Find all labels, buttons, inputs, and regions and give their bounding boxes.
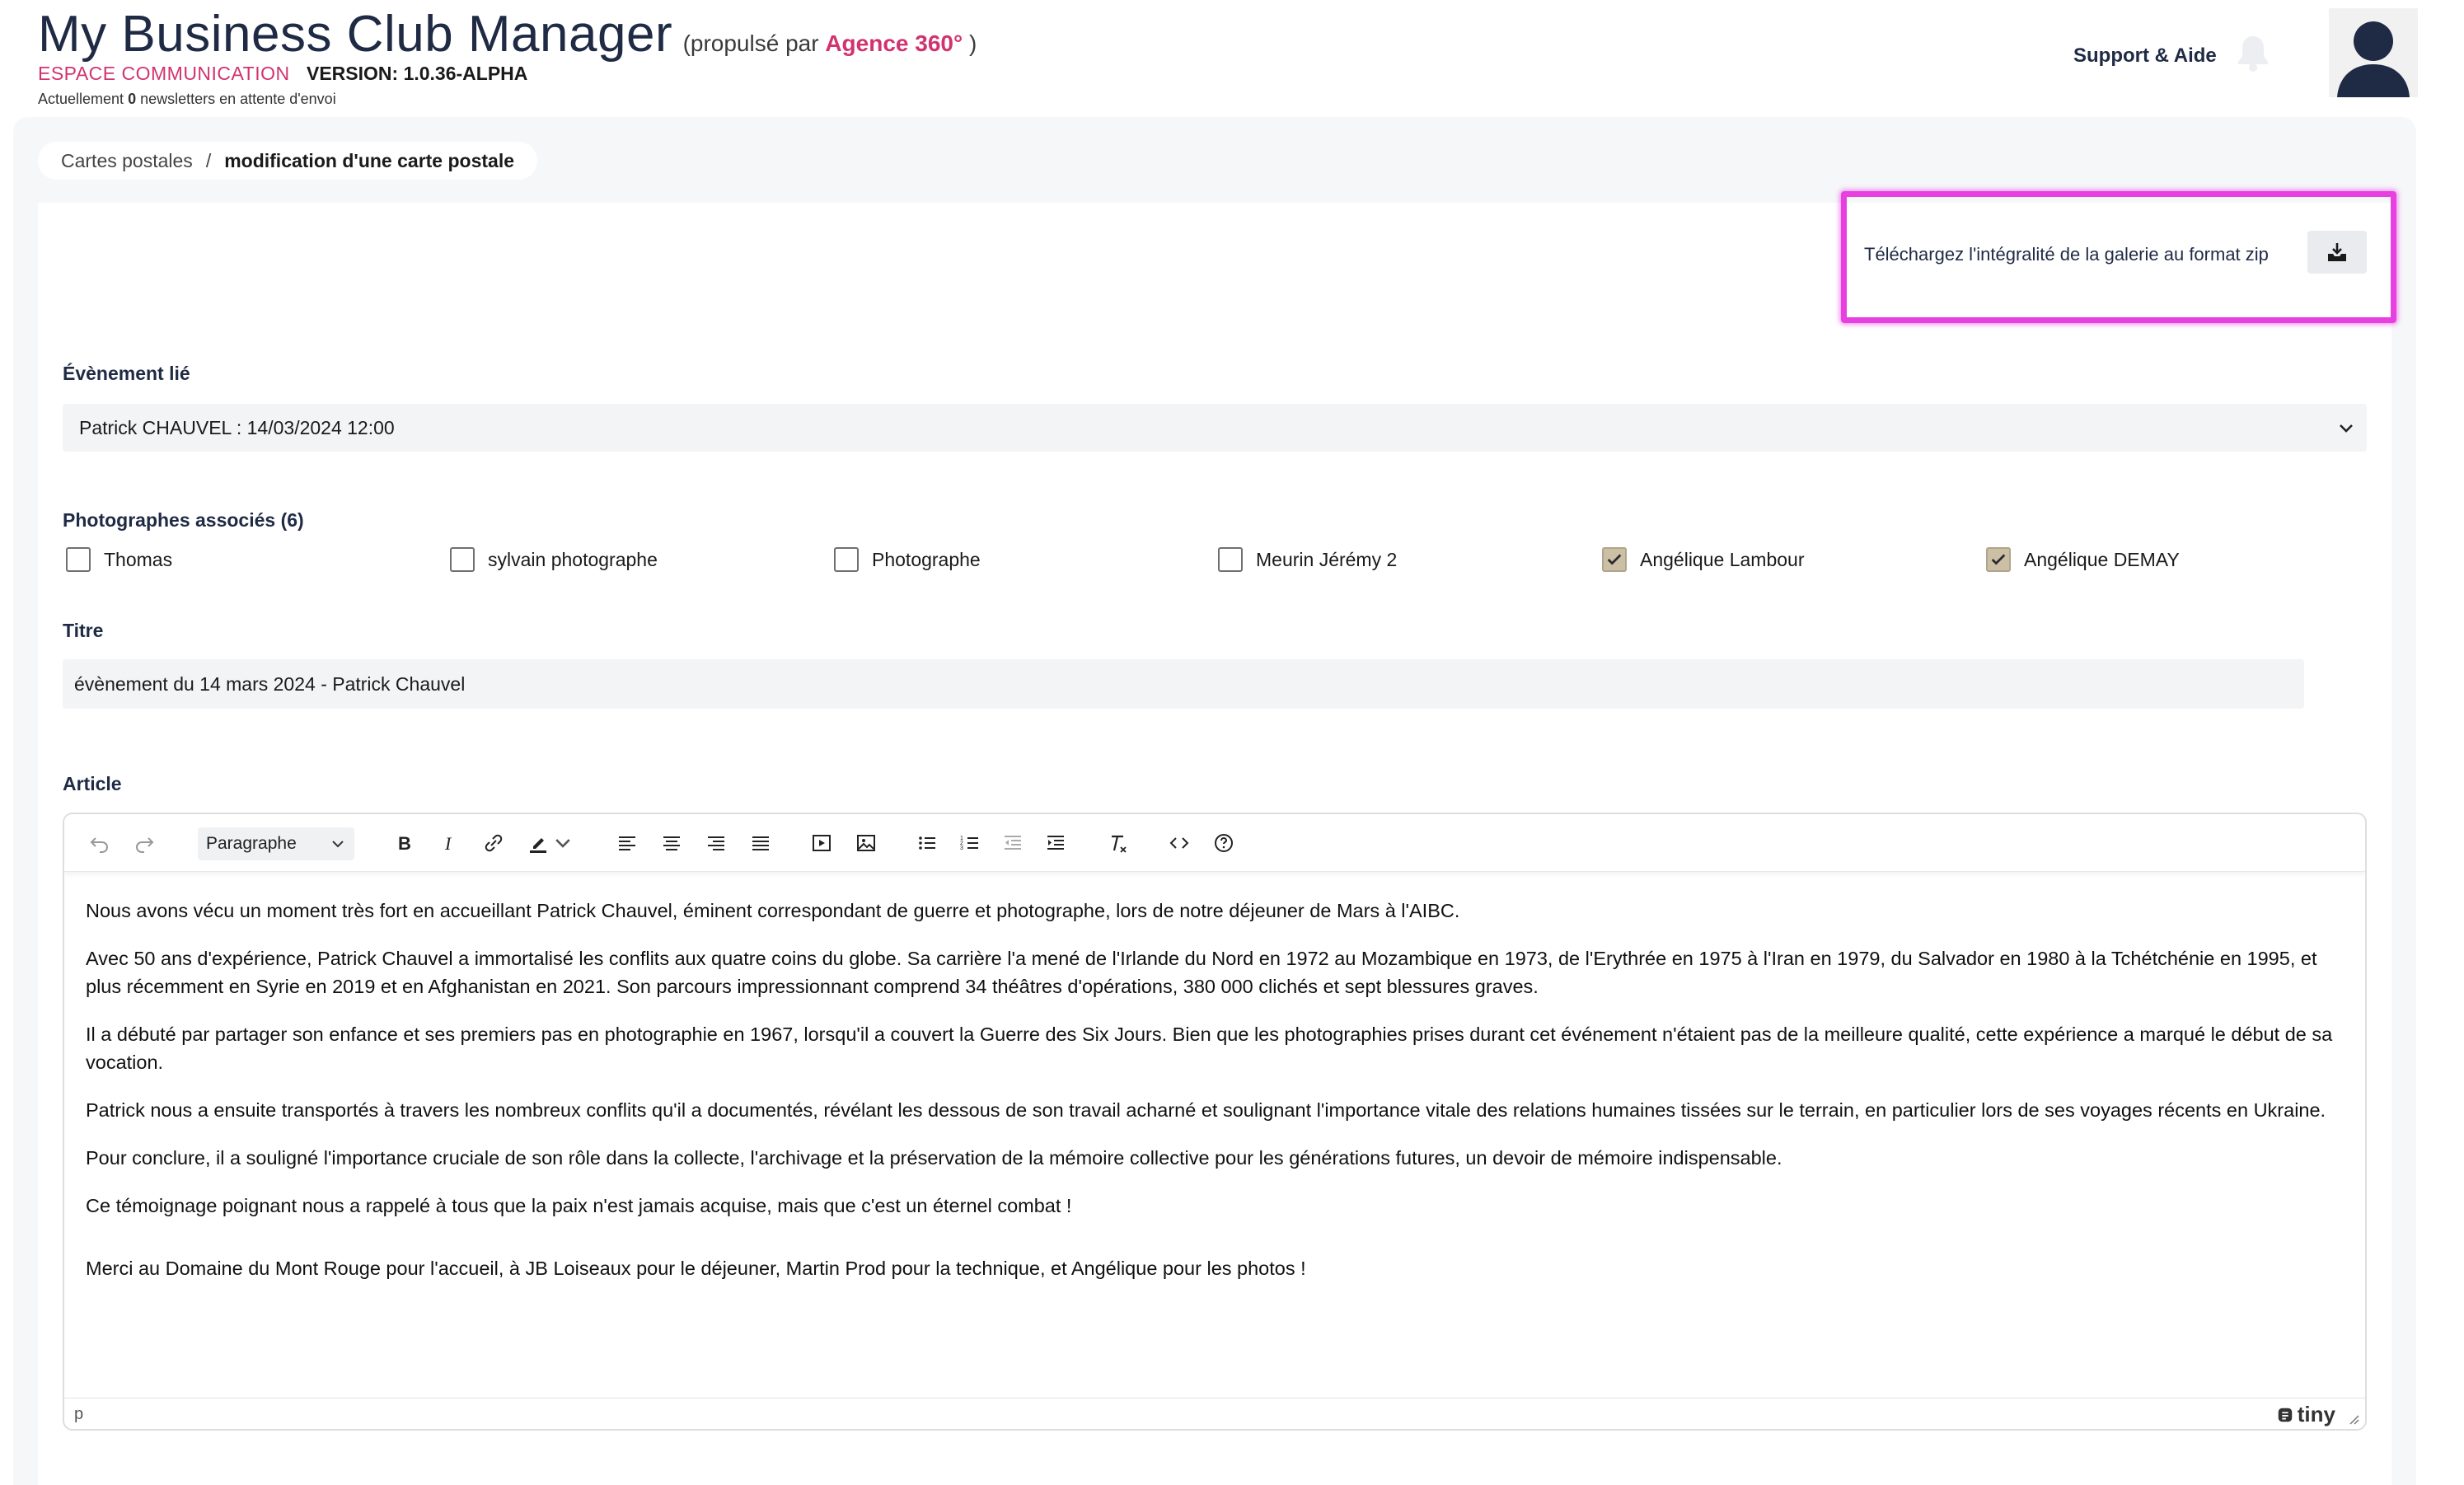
download-tray-icon xyxy=(2328,243,2346,261)
source-code-icon[interactable] xyxy=(1164,827,1195,859)
article-paragraph: Pour conclure, il a souligné l'importanc… xyxy=(86,1147,1782,1169)
italic-icon[interactable]: I xyxy=(433,827,465,859)
app-title-row: My Business Club Manager (propulsé par A… xyxy=(38,5,977,63)
article-paragraph: Patrick nous a ensuite transportés à tra… xyxy=(86,1099,2326,1121)
photographers-checkbox-group: Thomas sylvain photographe Photographe M… xyxy=(66,547,2373,577)
chevron-down-icon xyxy=(2340,424,2353,433)
event-select[interactable]: Patrick CHAUVEL : 14/03/2024 12:00 xyxy=(63,404,2367,452)
user-avatar-icon[interactable] xyxy=(2329,8,2418,97)
redo-icon[interactable] xyxy=(129,827,160,859)
breadcrumb-separator: / xyxy=(205,149,212,171)
bold-icon[interactable]: B xyxy=(389,827,420,859)
tiny-brand-text: tiny xyxy=(2297,1402,2335,1426)
insert-media-icon[interactable] xyxy=(806,827,837,859)
powered-prefix: (propulsé par xyxy=(682,30,819,56)
checkbox[interactable] xyxy=(66,547,91,572)
photographer-option[interactable]: Angélique DEMAY xyxy=(1986,547,2180,572)
checkbox[interactable] xyxy=(834,547,859,572)
link-icon[interactable] xyxy=(478,827,509,859)
help-icon[interactable] xyxy=(1208,827,1239,859)
space-version-row: ESPACE COMMUNICATION VERSION: 1.0.36-ALP… xyxy=(38,63,527,85)
outdent-icon[interactable] xyxy=(997,827,1028,859)
align-center-icon[interactable] xyxy=(656,827,687,859)
checkbox[interactable] xyxy=(450,547,475,572)
block-format-select[interactable]: Paragraphe xyxy=(198,827,354,860)
breadcrumb: Cartes postales / modification d'une car… xyxy=(38,142,538,180)
title-label: Titre xyxy=(63,620,104,641)
checkbox[interactable] xyxy=(1218,547,1243,572)
svg-text:3: 3 xyxy=(960,846,963,851)
photographer-name: Thomas xyxy=(104,548,173,570)
breadcrumb-parent-link[interactable]: Cartes postales xyxy=(61,150,193,172)
event-label: Évènement lié xyxy=(63,363,190,384)
photographer-name: Photographe xyxy=(872,548,981,570)
numbered-list-icon[interactable]: 123 xyxy=(954,827,986,859)
article-paragraph: Merci au Domaine du Mont Rouge pour l'ac… xyxy=(86,1258,1306,1279)
space-label: ESPACE COMMUNICATION xyxy=(38,63,290,84)
block-format-value: Paragraphe xyxy=(206,834,297,853)
checkmark-icon xyxy=(1607,554,1622,565)
article-label: Article xyxy=(63,773,122,794)
article-paragraph: Il a débuté par partager son enfance et … xyxy=(86,1024,2333,1073)
photographer-option[interactable]: Angélique Lambour xyxy=(1602,547,1804,572)
checkbox-checked[interactable] xyxy=(1986,547,2011,572)
align-right-icon[interactable] xyxy=(700,827,732,859)
photographer-option[interactable]: Photographe xyxy=(834,547,981,572)
app-title: My Business Club Manager xyxy=(38,6,673,63)
photographer-name: Angélique DEMAY xyxy=(2024,548,2180,570)
element-path[interactable]: p xyxy=(74,1405,83,1424)
pending-suffix: newsletters en attente d'envoi xyxy=(140,91,336,107)
powered-by: (propulsé par Agence 360° ) xyxy=(683,30,977,56)
photographers-label: Photographes associés (6) xyxy=(63,509,304,531)
align-left-icon[interactable] xyxy=(611,827,643,859)
article-paragraph: Nous avons vécu un moment très fort en a… xyxy=(86,900,1460,921)
article-paragraph: Avec 50 ans d'expérience, Patrick Chauve… xyxy=(86,948,2317,997)
title-input[interactable]: évènement du 14 mars 2024 - Patrick Chau… xyxy=(63,659,2304,709)
pending-count: 0 xyxy=(128,91,137,107)
photographer-name: Meurin Jérémy 2 xyxy=(1256,548,1398,570)
chevron-down-icon xyxy=(332,841,344,848)
powered-suffix: ) xyxy=(968,30,977,56)
rich-text-editor: Paragraphe B I 1 2 3 Nous avons vécu un … xyxy=(63,813,2367,1431)
photographer-option[interactable]: Meurin Jérémy 2 xyxy=(1218,547,1397,572)
highlight-dropdown-chevron-icon[interactable] xyxy=(552,827,574,859)
download-zip-label: Téléchargez l'intégralité de la galerie … xyxy=(1864,244,2269,265)
right-gutter xyxy=(2419,115,2464,1485)
article-paragraph: Ce témoignage poignant nous a rappelé à … xyxy=(86,1195,1072,1216)
pending-newsletters: Actuellement 0 newsletters en attente d'… xyxy=(38,91,336,108)
tiny-brand-link[interactable]: tiny xyxy=(2276,1402,2335,1427)
checkbox-checked[interactable] xyxy=(1602,547,1627,572)
undo-icon[interactable] xyxy=(84,827,115,859)
indent-icon[interactable] xyxy=(1040,827,1071,859)
editor-toolbar: Paragraphe B I 1 2 3 xyxy=(64,814,2365,872)
pending-prefix: Actuellement xyxy=(38,91,124,107)
version-label: VERSION: 1.0.36-ALPHA xyxy=(307,63,528,84)
event-select-value: Patrick CHAUVEL : 14/03/2024 12:00 xyxy=(79,416,395,438)
tiny-logo-icon xyxy=(2278,1408,2293,1422)
checkmark-icon xyxy=(1991,554,2006,565)
highlight-color-icon[interactable] xyxy=(522,827,554,859)
photographer-name: sylvain photographe xyxy=(488,548,658,570)
svg-text:B: B xyxy=(398,833,411,854)
editor-statusbar: p tiny xyxy=(64,1398,2365,1429)
support-link[interactable]: Support & Aide xyxy=(2073,45,2217,68)
bell-icon[interactable] xyxy=(2230,30,2276,76)
insert-image-icon[interactable] xyxy=(850,827,882,859)
align-justify-icon[interactable] xyxy=(745,827,776,859)
photographer-option[interactable]: Thomas xyxy=(66,547,172,572)
photographer-name: Angélique Lambour xyxy=(1640,548,1805,570)
svg-text:I: I xyxy=(444,833,452,854)
resize-handle-icon[interactable] xyxy=(2347,1412,2360,1426)
bullet-list-icon[interactable] xyxy=(911,827,943,859)
breadcrumb-current: modification d'une carte postale xyxy=(224,149,515,171)
agency-brand-link[interactable]: Agence 360° xyxy=(825,30,963,56)
clear-formatting-icon[interactable] xyxy=(1103,827,1134,859)
photographer-option[interactable]: sylvain photographe xyxy=(450,547,658,572)
download-zip-button[interactable] xyxy=(2307,231,2367,274)
editor-content[interactable]: Nous avons vécu un moment très fort en a… xyxy=(86,897,2344,1302)
app-header: My Business Club Manager (propulsé par A… xyxy=(0,0,2464,115)
